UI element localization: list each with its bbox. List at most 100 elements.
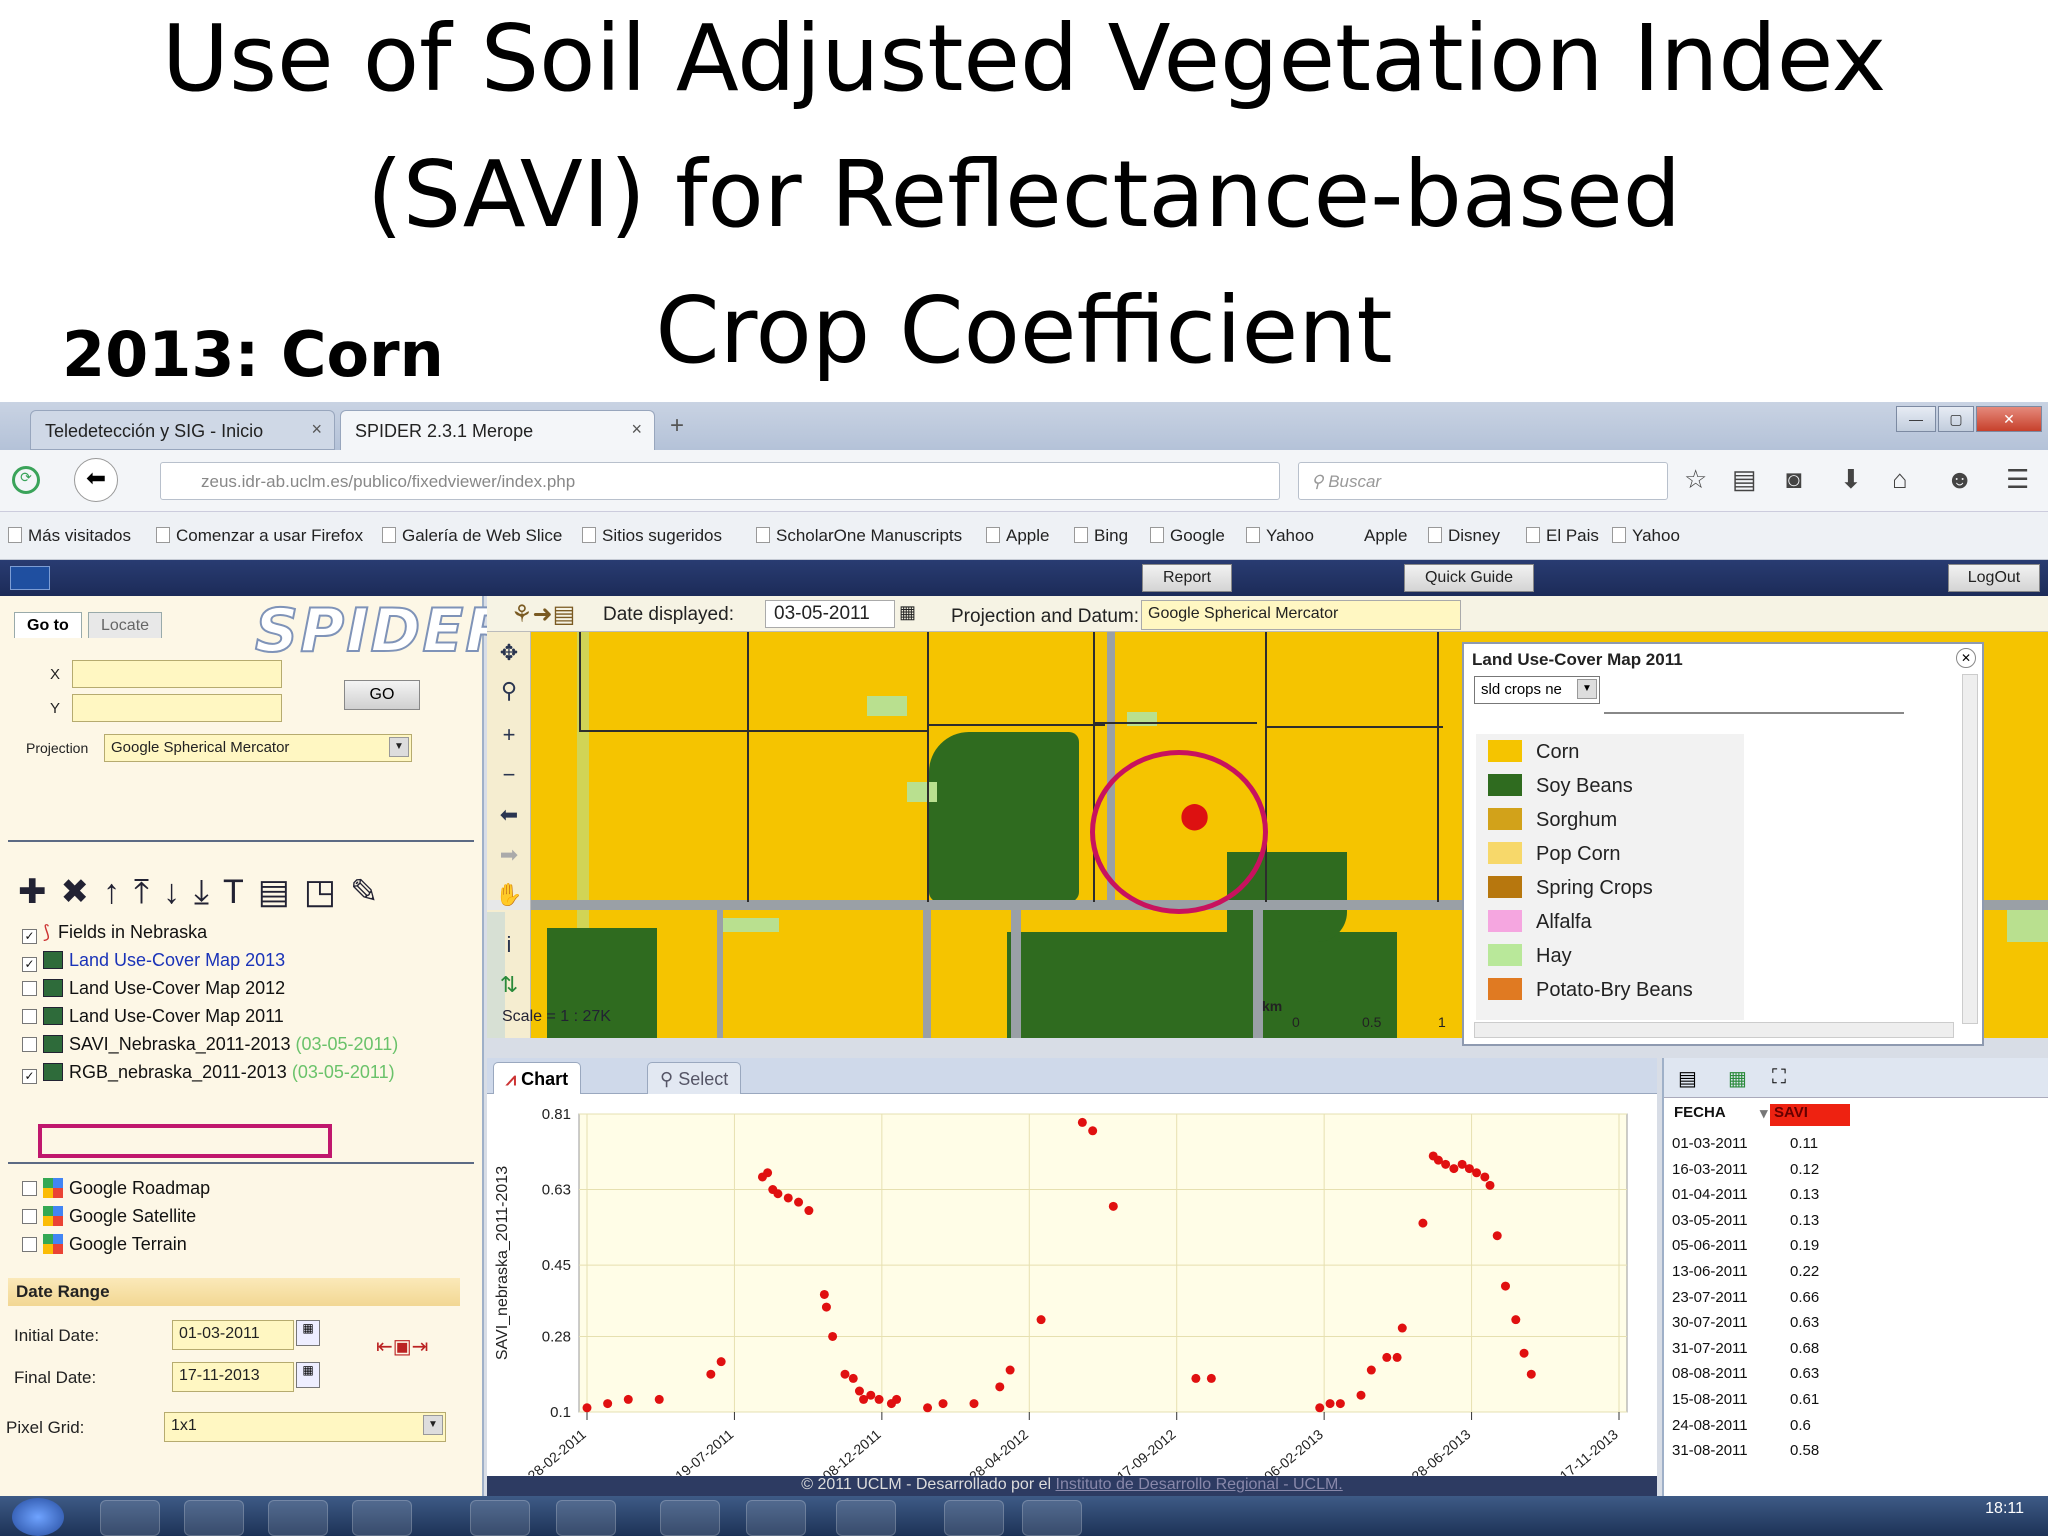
download-icon[interactable]: ⬇ (1840, 464, 1862, 495)
tab-chart[interactable]: ⩘ Chart (493, 1062, 582, 1094)
reload-icon[interactable]: ⟳ (12, 466, 40, 494)
zoom-box-icon[interactable]: ⚲ (495, 678, 523, 706)
bookmark-item[interactable]: Disney (1428, 526, 1500, 546)
chart-toggle-icon[interactable]: ⛶ (1772, 1066, 1786, 1089)
excel-icon[interactable]: ▦ (1728, 1066, 1747, 1091)
url-bar[interactable]: zeus.idr-ab.uclm.es/publico/fixedviewer/… (160, 462, 1280, 500)
report-button[interactable]: Report (1142, 564, 1232, 592)
bookmark-item[interactable]: Comenzar a usar Firefox (156, 526, 363, 546)
app-icon[interactable] (836, 1500, 896, 1536)
checkbox[interactable]: ✓ (22, 957, 37, 972)
previous-view-icon[interactable]: ⬅ (495, 802, 523, 830)
legend-horizontal-scrollbar[interactable] (1474, 1022, 1954, 1038)
warning-icon[interactable] (660, 1500, 720, 1536)
basemap-item[interactable]: Google Roadmap (22, 1178, 210, 1199)
bookmark-item[interactable]: Apple (986, 526, 1049, 546)
bookmark-item[interactable]: Yahoo (1612, 526, 1680, 546)
tab-locate[interactable]: Locate (88, 612, 163, 638)
date-displayed-field[interactable]: 03-05-2011 (765, 600, 895, 628)
browser-tab-inicio[interactable]: Teledetección y SIG - Inicio × (30, 410, 335, 450)
layer-item[interactable]: Land Use-Cover Map 2011 (22, 1006, 284, 1027)
acrobat-icon[interactable] (944, 1500, 1004, 1536)
layer-item[interactable]: ✓ ⟆ Fields in Nebraska (22, 922, 207, 944)
layer-item[interactable]: ✓ Land Use-Cover Map 2013 (22, 950, 285, 972)
layer-item[interactable]: SAVI_Nebraska_2011-2013 (03-05-2011) (22, 1034, 398, 1055)
bookmark-item[interactable]: Galería de Web Slice (382, 526, 562, 546)
browser-tab-spider[interactable]: SPIDER 2.3.1 Merope × (340, 410, 655, 450)
apply-range-icon[interactable]: ⇤▣⇥ (376, 1334, 428, 1368)
skype-icon[interactable] (268, 1500, 328, 1536)
projection-select[interactable]: Google Spherical Mercator ▼ (104, 734, 412, 762)
checkbox[interactable] (22, 1009, 37, 1024)
outlook-icon[interactable] (352, 1500, 412, 1536)
bookmark-item[interactable]: Yahoo (1246, 526, 1314, 546)
close-window-icon[interactable]: ✕ (1976, 406, 2042, 432)
checkbox[interactable] (22, 1181, 37, 1196)
menu-icon[interactable]: ☰ (2006, 464, 2029, 495)
back-icon[interactable]: ⬅ (74, 458, 118, 502)
logout-button[interactable]: LogOut (1948, 564, 2040, 592)
projection-datum-select[interactable]: Google Spherical Mercator (1141, 600, 1461, 630)
time-series-icon[interactable]: ⇅ (495, 972, 523, 1000)
pan-icon[interactable]: ✥ (495, 640, 523, 668)
word-icon[interactable] (746, 1500, 806, 1536)
legend-vertical-scrollbar[interactable] (1962, 674, 1978, 1024)
basemap-item[interactable]: Google Satellite (22, 1206, 196, 1227)
layer-item[interactable]: ✓ RGB_nebraska_2011-2013 (03-05-2011) (22, 1062, 395, 1084)
close-icon[interactable]: ✕ (1956, 648, 1976, 668)
checkbox[interactable] (22, 1209, 37, 1224)
bookmark-item[interactable]: Sitios sugeridos (582, 526, 722, 546)
layer-toolbar[interactable]: ✚✖↑⤒↓⤓T▤◳✎ (18, 872, 393, 912)
quick-guide-button[interactable]: Quick Guide (1404, 564, 1534, 592)
timeline-icon[interactable]: ⚘➜▤ (511, 600, 575, 629)
search-input[interactable]: ⚲ Buscar (1298, 462, 1668, 500)
bookmark-item[interactable]: Bing (1074, 526, 1128, 546)
calendar-icon[interactable]: ▦ (899, 602, 916, 623)
checkbox[interactable]: ✓ (22, 1069, 37, 1084)
powerpoint-icon[interactable] (470, 1500, 530, 1536)
home-icon[interactable]: ⌂ (1892, 464, 1908, 495)
layer-item[interactable]: Land Use-Cover Map 2012 (22, 978, 285, 999)
tab-go-to[interactable]: Go to (14, 612, 82, 638)
pocket-icon[interactable]: ◙ (1786, 464, 1802, 495)
y-coordinate-input[interactable] (72, 694, 282, 722)
sort-icon[interactable]: ▾ (1760, 1104, 1768, 1126)
footer-link[interactable]: Instituto de Desarrollo Regional - UCLM. (1056, 1476, 1343, 1493)
hand-icon[interactable]: ✋ (495, 882, 523, 910)
bookmark-item[interactable]: Apple (1364, 526, 1407, 546)
zoom-in-icon[interactable]: + (495, 722, 523, 750)
checkbox[interactable] (22, 1237, 37, 1252)
star-icon[interactable]: ☆ (1684, 464, 1707, 495)
column-header-savi[interactable]: SAVI (1770, 1104, 1850, 1126)
start-button[interactable] (12, 1498, 64, 1536)
checkbox[interactable] (22, 1037, 37, 1052)
pixel-grid-select[interactable]: 1x1 ▼ (164, 1412, 446, 1442)
bookmark-item[interactable]: ScholarOne Manuscripts (756, 526, 962, 546)
initial-date-input[interactable]: 01-03-2011 (172, 1320, 294, 1350)
firefox-icon[interactable] (556, 1500, 616, 1536)
legend-style-select[interactable]: sld crops ne ▼ (1474, 676, 1600, 704)
checkbox[interactable] (22, 981, 37, 996)
close-tab-icon[interactable]: × (631, 419, 642, 440)
zoom-out-icon[interactable]: − (495, 762, 523, 790)
bookmark-item[interactable]: Más visitados (8, 526, 131, 546)
bookmark-item[interactable]: Google (1150, 526, 1225, 546)
tab-select[interactable]: ⚲ Select (647, 1062, 742, 1094)
chrome-icon[interactable] (100, 1500, 160, 1536)
checkbox[interactable]: ✓ (22, 929, 37, 944)
go-button[interactable]: GO (344, 680, 420, 710)
column-header-date[interactable]: FECHA (1674, 1104, 1726, 1126)
next-view-icon[interactable]: ➡ (495, 842, 523, 870)
new-tab-icon[interactable]: + (670, 412, 684, 440)
bookmark-item[interactable]: El Pais (1526, 526, 1599, 546)
minimize-icon[interactable]: — (1896, 406, 1936, 432)
basemap-item[interactable]: Google Terrain (22, 1234, 187, 1255)
calendar-icon[interactable]: ▦ (296, 1362, 320, 1388)
explorer-icon[interactable] (184, 1500, 244, 1536)
info-icon[interactable]: i (495, 932, 523, 960)
chat-icon[interactable]: ☻ (1946, 464, 1973, 495)
final-date-input[interactable]: 17-11-2013 (172, 1362, 294, 1392)
excel-taskbar-icon[interactable] (1022, 1500, 1082, 1536)
clipboard-icon[interactable]: ▤ (1732, 464, 1757, 495)
close-tab-icon[interactable]: × (311, 419, 322, 440)
